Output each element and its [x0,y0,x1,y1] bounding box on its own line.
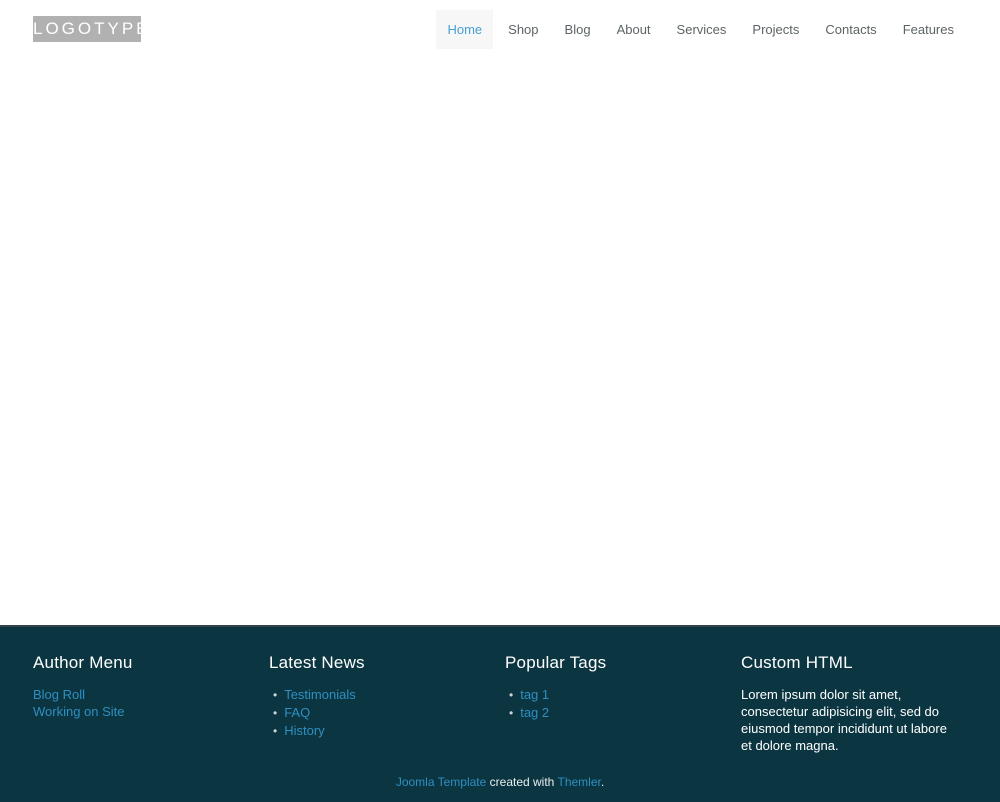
list-item: • FAQ [273,704,495,722]
list-item: • tag 1 [509,686,731,704]
site-logo[interactable]: LOGOTYPE [33,16,141,42]
credit-link-joomla-template[interactable]: Joomla Template [396,775,487,789]
footer-column-title: Popular Tags [505,653,731,673]
nav-item-blog[interactable]: Blog [554,10,602,49]
credit-link-themler[interactable]: Themler [557,775,600,789]
nav-item-features[interactable]: Features [892,10,965,49]
credit-text: created with [490,775,555,789]
footer-link-working-on-site[interactable]: Working on Site [33,703,259,720]
main-content [0,58,1000,625]
footer-link-blog-roll[interactable]: Blog Roll [33,686,259,703]
footer-link-faq[interactable]: FAQ [284,705,310,720]
bullet-icon: • [273,688,277,702]
footer-column-author-menu: Author Menu Blog Roll Working on Site [28,653,264,754]
bullet-icon: • [509,706,513,720]
footer-link-tag-1[interactable]: tag 1 [520,687,549,702]
footer-column-title: Latest News [269,653,495,673]
credit-period: . [601,775,604,789]
nav-item-home[interactable]: Home [436,10,493,49]
footer-columns: Author Menu Blog Roll Working on Site La… [0,653,1000,754]
footer-column-custom-html: Custom HTML Lorem ipsum dolor sit amet, … [736,653,972,754]
bullet-icon: • [273,706,277,720]
footer-column-title: Author Menu [33,653,259,673]
nav-item-projects[interactable]: Projects [741,10,810,49]
bullet-icon: • [273,724,277,738]
popular-tags-list: • tag 1 • tag 2 [509,686,731,722]
list-item: • History [273,722,495,740]
footer-credit: Joomla Template created with Themler. [0,775,1000,789]
nav-item-services[interactable]: Services [666,10,738,49]
footer-link-history[interactable]: History [284,723,324,738]
bullet-icon: • [509,688,513,702]
nav-item-contacts[interactable]: Contacts [814,10,887,49]
latest-news-list: • Testimonials • FAQ • History [273,686,495,740]
main-nav: Home Shop Blog About Services Projects C… [434,10,967,49]
list-item: • tag 2 [509,704,731,722]
custom-html-text: Lorem ipsum dolor sit amet, consectetur … [741,686,956,754]
footer-link-tag-2[interactable]: tag 2 [520,705,549,720]
list-item: • Testimonials [273,686,495,704]
nav-item-about[interactable]: About [606,10,662,49]
footer-column-title: Custom HTML [741,653,967,673]
footer-link-testimonials[interactable]: Testimonials [284,687,356,702]
footer-column-popular-tags: Popular Tags • tag 1 • tag 2 [500,653,736,754]
footer-column-latest-news: Latest News • Testimonials • FAQ • History [264,653,500,754]
nav-item-shop[interactable]: Shop [497,10,549,49]
site-footer: Author Menu Blog Roll Working on Site La… [0,625,1000,802]
site-header: LOGOTYPE Home Shop Blog About Services P… [0,0,1000,58]
